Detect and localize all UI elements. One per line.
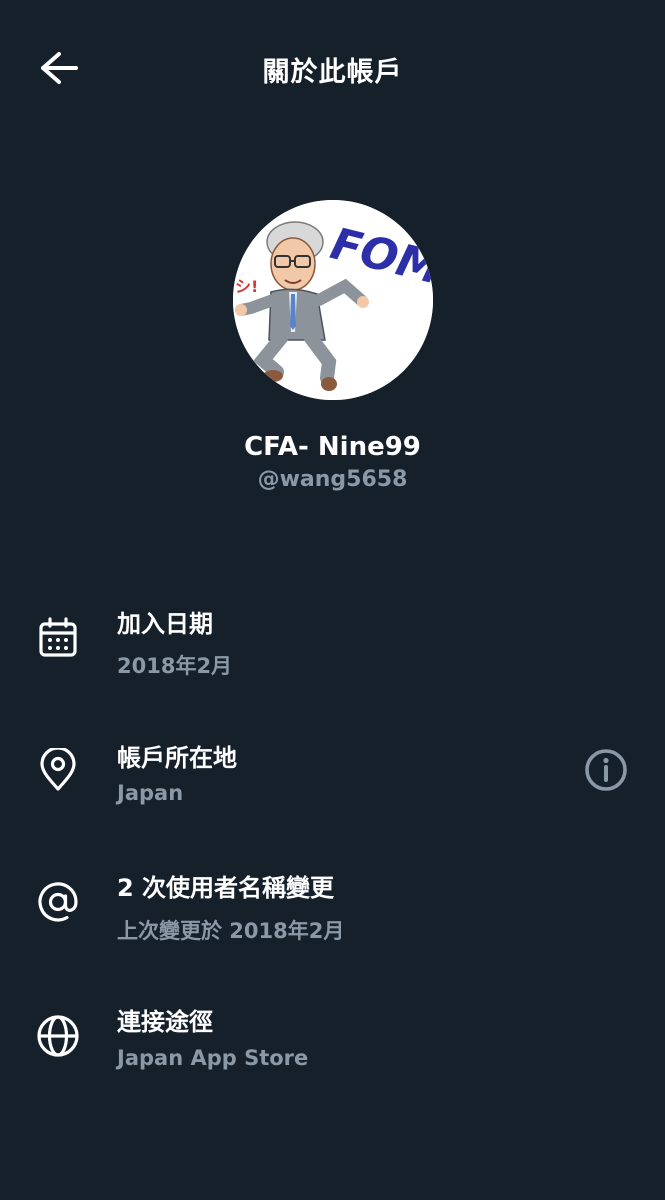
avatar-caption: シ! [235, 277, 258, 296]
avatar-image: FOMC シ! [233, 200, 433, 400]
page-title: 關於此帳戶 [262, 57, 403, 88]
calendar-icon [39, 617, 77, 657]
username-changes-row: 2 次使用者名稱變更 上次變更於 2018年2月 [0, 866, 665, 966]
account-location-row: 帳戶所在地 Japan [0, 734, 665, 834]
connected-via-value: Japan App Store [117, 1046, 309, 1070]
display-name: CFA- Nine99 [244, 432, 421, 462]
avatar[interactable]: FOMC シ! [233, 200, 433, 400]
username-handle: @wang5658 [257, 467, 408, 492]
join-date-row: 加入日期 2018年2月 [0, 600, 665, 700]
username-changes-value: 上次變更於 2018年2月 [117, 919, 345, 943]
location-pin-icon [40, 748, 76, 791]
globe-icon [37, 1015, 79, 1057]
join-date-label: 加入日期 [117, 610, 213, 638]
username-changes-label: 2 次使用者名稱變更 [117, 874, 335, 902]
account-location-label: 帳戶所在地 [117, 744, 237, 772]
header-bar: 關於此帳戶 [0, 0, 665, 136]
connected-via-row: 連接途徑 Japan App Store [0, 1000, 665, 1100]
info-icon[interactable] [582, 746, 630, 794]
at-sign-icon [38, 882, 78, 922]
join-date-value: 2018年2月 [117, 654, 233, 678]
account-location-value: Japan [117, 781, 184, 805]
connected-via-label: 連接途徑 [117, 1008, 213, 1036]
